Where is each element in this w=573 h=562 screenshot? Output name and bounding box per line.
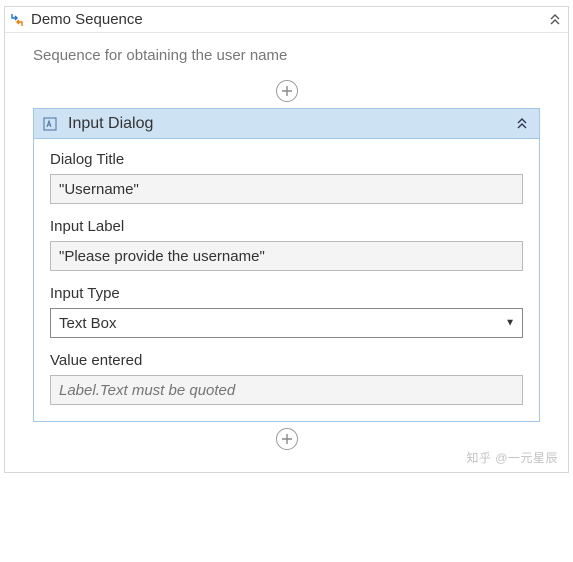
- sequence-title: Demo Sequence: [31, 11, 143, 28]
- add-activity-button[interactable]: [276, 80, 298, 102]
- input-label-group: Input Label: [50, 218, 523, 271]
- activity-title: Input Dialog: [68, 115, 153, 133]
- add-activity-button-bottom[interactable]: [276, 428, 298, 450]
- dialog-title-input[interactable]: [50, 174, 523, 204]
- activity-header: Input Dialog: [34, 109, 539, 139]
- sequence-body: Sequence for obtaining the user name Inp…: [5, 33, 568, 472]
- sequence-description: Sequence for obtaining the user name: [33, 43, 540, 74]
- input-label-label: Input Label: [50, 218, 523, 235]
- value-entered-input[interactable]: [50, 375, 523, 405]
- collapse-icon[interactable]: [546, 11, 564, 29]
- sequence-container: Demo Sequence Sequence for obtaining the…: [4, 6, 569, 473]
- input-type-select[interactable]: [50, 308, 523, 338]
- dialog-title-group: Dialog Title: [50, 151, 523, 204]
- input-dialog-activity[interactable]: Input Dialog Dialog Title Input Label: [33, 108, 540, 422]
- add-activity-bottom-row: [33, 422, 540, 456]
- input-dialog-icon: [42, 116, 58, 132]
- activity-body: Dialog Title Input Label Input Type ▼ Va…: [34, 139, 539, 421]
- add-activity-top-row: [33, 74, 540, 108]
- value-entered-label: Value entered: [50, 352, 523, 369]
- sequence-header: Demo Sequence: [5, 7, 568, 33]
- input-label-input[interactable]: [50, 241, 523, 271]
- watermark: 知乎 @一元星辰: [466, 449, 558, 466]
- input-type-group: Input Type ▼: [50, 285, 523, 338]
- value-entered-group: Value entered: [50, 352, 523, 405]
- dialog-title-label: Dialog Title: [50, 151, 523, 168]
- activity-collapse-icon[interactable]: [513, 115, 531, 133]
- input-type-select-wrap: ▼: [50, 308, 523, 338]
- sequence-icon: [9, 12, 25, 28]
- input-type-label: Input Type: [50, 285, 523, 302]
